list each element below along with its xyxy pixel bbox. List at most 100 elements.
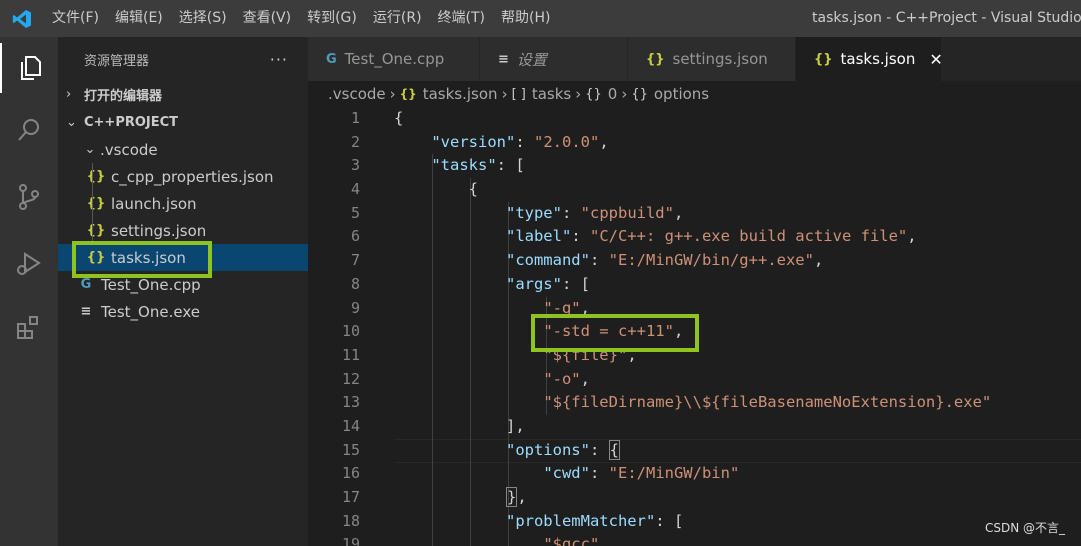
json-file-icon: {} [86, 250, 106, 265]
json-value: "E:/MinGW/bin/g++.exe" [608, 251, 814, 270]
code-line: "${fileDirname}\\${fileBasenameNoExtensi… [394, 391, 1081, 415]
menu-view[interactable]: 查看(V) [235, 0, 300, 37]
line-number: 1 [350, 109, 360, 127]
menu-terminal[interactable]: 终端(T) [430, 0, 493, 37]
line-number: 5 [350, 203, 360, 222]
tab-settings-ui[interactable]: ≡ 设置 [480, 37, 628, 81]
watermark: CSDN @不言_ [984, 521, 1065, 535]
explorer-sidebar: 资源管理器 ··· › 打开的编辑器 ⌄ C++PROJECT ⌄ .vscod… [58, 37, 308, 546]
line-number-gutter: 1 2 3 4 5 6 7 8 9 10 11 12 13 14 15 16 1… [308, 107, 360, 546]
project-label: C++PROJECT [84, 115, 179, 130]
file-label: Test_One.cpp [101, 275, 201, 294]
code-line: "$gcc" [394, 533, 1081, 546]
json-key: "tasks" [431, 156, 497, 175]
menu-file[interactable]: 文件(F) [44, 0, 107, 37]
exe-file-icon: ≡ [80, 304, 92, 319]
more-actions-button[interactable]: ··· [270, 50, 288, 69]
code-line: }, [505, 487, 527, 507]
json-value: "-o" [543, 369, 581, 388]
line-number: 19 [341, 535, 360, 546]
json-key: "version" [431, 132, 516, 151]
code-content: { "version": "2.0.0", "tasks": [ { "type… [394, 107, 1081, 546]
json-key: "command" [505, 251, 590, 270]
breadcrumb-item-file[interactable]: tasks.json [423, 85, 498, 103]
breadcrumb: .vscode › {} tasks.json › [ ] tasks › {}… [308, 81, 1081, 107]
window-title: tasks.json - C++Project - Visual Studio … [812, 10, 1081, 26]
activity-bar [0, 37, 58, 546]
tab-tasks-json[interactable]: {} tasks.json ✕ [796, 37, 943, 81]
breadcrumb-item-options[interactable]: options [654, 85, 709, 103]
code-line: "type": "cppbuild", [505, 203, 684, 222]
json-value: "${fileDirname}\\${fileBasenameNoExtensi… [543, 393, 992, 412]
breadcrumb-item-tasks[interactable]: tasks [532, 85, 571, 103]
tree-item-test-one-exe[interactable]: ≡ Test_One.exe [58, 298, 308, 325]
file-label: settings.json [111, 221, 207, 240]
line-number: 8 [350, 274, 360, 293]
menu-edit[interactable]: 编辑(E) [107, 0, 171, 37]
vscode-logo-icon [0, 0, 44, 37]
code-line: "cwd": "E:/MinGW/bin" [543, 464, 740, 483]
json-value: "C/C++: g++.exe build active file" [589, 227, 908, 246]
code-line: "args": [ [505, 274, 590, 293]
menu-help[interactable]: 帮助(H) [493, 0, 558, 37]
tree-item-launch[interactable]: {} launch.json [58, 190, 308, 217]
json-value: "2.0.0" [534, 132, 600, 151]
tree-item-tasks[interactable]: {} tasks.json [58, 244, 308, 271]
json-key: "cwd" [543, 464, 590, 483]
run-debug-icon[interactable] [0, 239, 58, 289]
line-number: 7 [350, 251, 360, 270]
explorer-title: 资源管理器 [84, 53, 150, 69]
code-line: { [394, 109, 404, 127]
close-icon[interactable]: ✕ [929, 50, 942, 69]
line-number: 17 [341, 488, 360, 506]
line-number: 14 [341, 416, 360, 435]
tab-settings-json[interactable]: {} settings.json [628, 37, 796, 81]
menu-run[interactable]: 运行(R) [365, 0, 430, 37]
code-editor[interactable]: 1 2 3 4 5 6 7 8 9 10 11 12 13 14 15 16 1… [308, 107, 1081, 546]
code-line: "tasks": [ [431, 156, 525, 175]
breadcrumb-item-index[interactable]: 0 [608, 85, 618, 103]
json-file-icon: {} [86, 169, 106, 184]
line-number: 10 [341, 322, 360, 341]
line-number: 3 [350, 156, 360, 175]
json-key: "problemMatcher" [505, 511, 656, 530]
json-value: "cppbuild" [580, 203, 674, 222]
line-number: 13 [341, 393, 360, 412]
code-line: ], [394, 416, 525, 435]
tree-item-c-cpp-properties[interactable]: {} c_cpp_properties.json [58, 163, 308, 190]
folder-vscode[interactable]: ⌄ .vscode [58, 136, 308, 163]
chevron-right-icon: › [501, 85, 508, 103]
line-number: 18 [341, 511, 360, 530]
tab-test-one-cpp[interactable]: G Test_One.cpp [308, 37, 480, 81]
json-file-icon: {} [86, 223, 106, 238]
code-line: "command": "E:/MinGW/bin/g++.exe", [505, 251, 824, 270]
file-label: c_cpp_properties.json [111, 167, 274, 186]
code-line: { [394, 180, 478, 199]
tab-label: settings.json [672, 50, 768, 68]
source-control-icon[interactable] [0, 172, 58, 222]
json-value: "E:/MinGW/bin" [608, 464, 740, 483]
cpp-file-icon: G [80, 277, 92, 292]
tree-item-settings[interactable]: {} settings.json [58, 217, 308, 244]
code-line: "problemMatcher": [ [505, 511, 684, 530]
json-file-icon: {} [814, 51, 833, 67]
open-editors-section[interactable]: › 打开的编辑器 [58, 81, 308, 108]
matched-bracket: } [505, 487, 518, 507]
cpp-file-icon: G [326, 51, 337, 67]
extensions-icon[interactable] [0, 303, 58, 353]
code-line: "options": { [505, 439, 620, 460]
breadcrumb-item-folder[interactable]: .vscode [328, 85, 386, 103]
chevron-right-icon: › [389, 85, 396, 103]
tab-label: 设置 [516, 50, 547, 69]
tree-item-test-one-cpp[interactable]: G Test_One.cpp [58, 271, 308, 298]
menu-selection[interactable]: 选择(S) [171, 0, 235, 37]
line-number: 2 [350, 132, 360, 151]
json-value: "-std = c++11" [543, 322, 674, 341]
explorer-icon[interactable] [0, 43, 58, 93]
search-icon[interactable] [0, 105, 58, 155]
indent-guide [92, 217, 93, 244]
menu-go[interactable]: 转到(G) [299, 0, 365, 37]
project-section[interactable]: ⌄ C++PROJECT [58, 109, 308, 136]
array-icon: [ ] [511, 86, 526, 102]
json-key: "options" [505, 440, 590, 459]
